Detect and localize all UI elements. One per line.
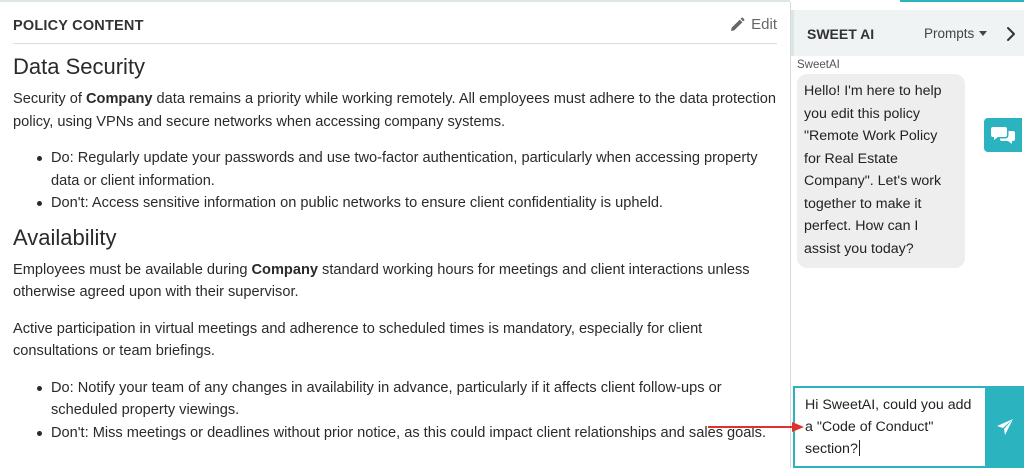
chevron-right-icon[interactable]	[1002, 24, 1020, 44]
list-item: Do: Notify your team of any changes in a…	[37, 377, 783, 422]
company-name-bold: Company	[251, 261, 319, 278]
paper-plane-icon	[996, 419, 1013, 435]
caret-down-icon	[979, 31, 988, 36]
section-paragraph: Security of Company data remains a prior…	[13, 91, 777, 130]
company-name-bold: Company	[86, 91, 153, 107]
chat-bubbles-icon	[991, 127, 1015, 144]
list-item: Don't: Access sensitive information on p…	[37, 192, 783, 215]
policy-content-pane: POLICY CONTENT Edit Data Security Securi…	[0, 2, 790, 468]
prompts-dropdown[interactable]: Prompts	[924, 26, 988, 41]
section-paragraph: Employees must be available during Compa…	[13, 261, 750, 301]
message-sender: SweetAI	[797, 59, 840, 71]
ai-panel-title: SWEET AI	[807, 26, 875, 42]
list-item: Don't: Miss meetings or deadlines withou…	[37, 422, 783, 445]
section-heading-data-security: Data Security	[13, 54, 146, 79]
edit-label: Edit	[751, 16, 777, 33]
policy-body: Data Security Security of Company data r…	[13, 52, 783, 444]
pencil-icon	[731, 17, 745, 31]
ai-message-bubble: Hello! I'm here to help you edit this po…	[797, 74, 965, 268]
chat-input[interactable]: Hi SweetAI, could you add a "Code of Con…	[793, 386, 985, 468]
policy-header-title: POLICY CONTENT	[13, 18, 144, 34]
section-heading-availability: Availability	[13, 224, 117, 250]
chat-input-text: Hi SweetAI, could you add a "Code of Con…	[805, 397, 972, 457]
annotation-arrow	[708, 422, 804, 432]
bullet-list: Do: Regularly update your passwords and …	[13, 147, 783, 215]
policy-header: POLICY CONTENT Edit	[13, 14, 777, 44]
ai-panel-header: SWEET AI Prompts	[791, 10, 1024, 56]
section-paragraph: Active participation in virtual meetings…	[13, 320, 703, 360]
list-item: Do: Regularly update your passwords and …	[37, 147, 783, 192]
bullet-list: Do: Notify your team of any changes in a…	[13, 377, 783, 445]
chat-toggle-button[interactable]	[984, 118, 1022, 152]
send-button[interactable]	[985, 386, 1024, 468]
prompts-label: Prompts	[924, 26, 975, 41]
text-cursor	[858, 440, 860, 456]
edit-button[interactable]: Edit	[729, 16, 777, 33]
